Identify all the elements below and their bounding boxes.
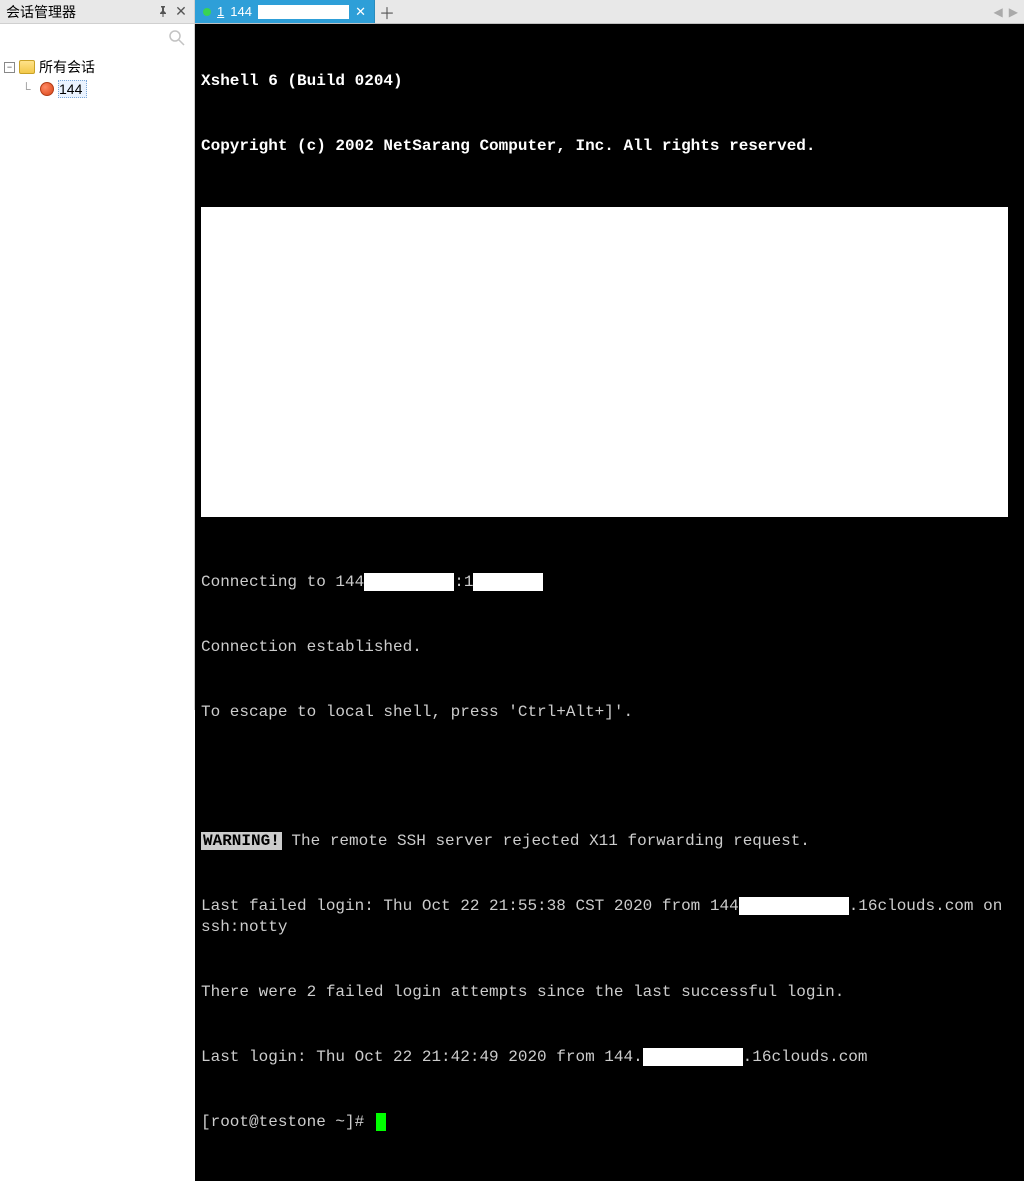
tree-connector-icon: └ [22,82,36,96]
terminal-failed-attempts: There were 2 failed login attempts since… [201,982,1018,1004]
terminal-failed-login: Last failed login: Thu Oct 22 21:55:38 C… [201,896,1018,939]
session-icon [40,82,54,96]
close-panel-icon[interactable]: ✕ [172,3,190,20]
terminal-prompt: [root@testone ~]# [201,1113,374,1131]
terminal-escape-hint: To escape to local shell, press 'Ctrl+Al… [201,702,1018,724]
tree-session-label: 144 [59,81,82,97]
folder-icon [19,60,35,74]
tab-bar: 1 144 ✕ ＋ ◀ ▶ [195,0,1024,24]
terminal-prompt-line: [root@testone ~]# [201,1112,1018,1134]
warning-badge: WARNING! [201,832,282,850]
tab-next-icon[interactable]: ▶ [1009,5,1018,19]
terminal-header-2: Copyright (c) 2002 NetSarang Computer, I… [201,136,1018,158]
sidebar-header: 会话管理器 ✕ [0,0,194,24]
main-area: 1 144 ✕ ＋ ◀ ▶ Xshell 6 (Build 0204) Copy… [195,0,1024,710]
search-icon[interactable] [168,29,186,47]
tab-active[interactable]: 1 144 ✕ [195,0,375,23]
tab-close-icon[interactable]: ✕ [355,4,366,20]
session-manager-panel: 会话管理器 ✕ − 所有会话 └ 144 [0,0,195,710]
tab-nav-arrows: ◀ ▶ [988,0,1024,23]
sidebar-title: 会话管理器 [6,2,154,22]
pin-icon[interactable] [154,4,172,20]
terminal-established: Connection established. [201,637,1018,659]
terminal-last-login: Last login: Thu Oct 22 21:42:49 2020 fro… [201,1047,1018,1069]
tab-number: 1 [217,4,224,19]
terminal-output[interactable]: Xshell 6 (Build 0204) Copyright (c) 2002… [195,24,1024,1181]
tab-label-prefix: 144 [230,4,252,19]
terminal-white-block [201,207,1008,517]
session-tree: − 所有会话 └ 144 [0,52,194,104]
terminal-connecting: Connecting to 144:1 [201,572,1018,594]
tab-prev-icon[interactable]: ◀ [994,5,1003,19]
sidebar-search-row [0,24,194,52]
status-dot-icon [203,8,211,16]
tab-label-redacted [258,5,349,19]
terminal-header-1: Xshell 6 (Build 0204) [201,71,1018,93]
tree-session-item[interactable]: └ 144 [4,78,190,100]
tree-root-label: 所有会话 [39,57,95,77]
tree-root[interactable]: − 所有会话 [4,56,190,78]
terminal-cursor [376,1113,386,1131]
terminal-warning: WARNING! The remote SSH server rejected … [201,831,1018,853]
new-tab-button[interactable]: ＋ [375,0,399,23]
tree-collapse-icon[interactable]: − [4,62,15,73]
